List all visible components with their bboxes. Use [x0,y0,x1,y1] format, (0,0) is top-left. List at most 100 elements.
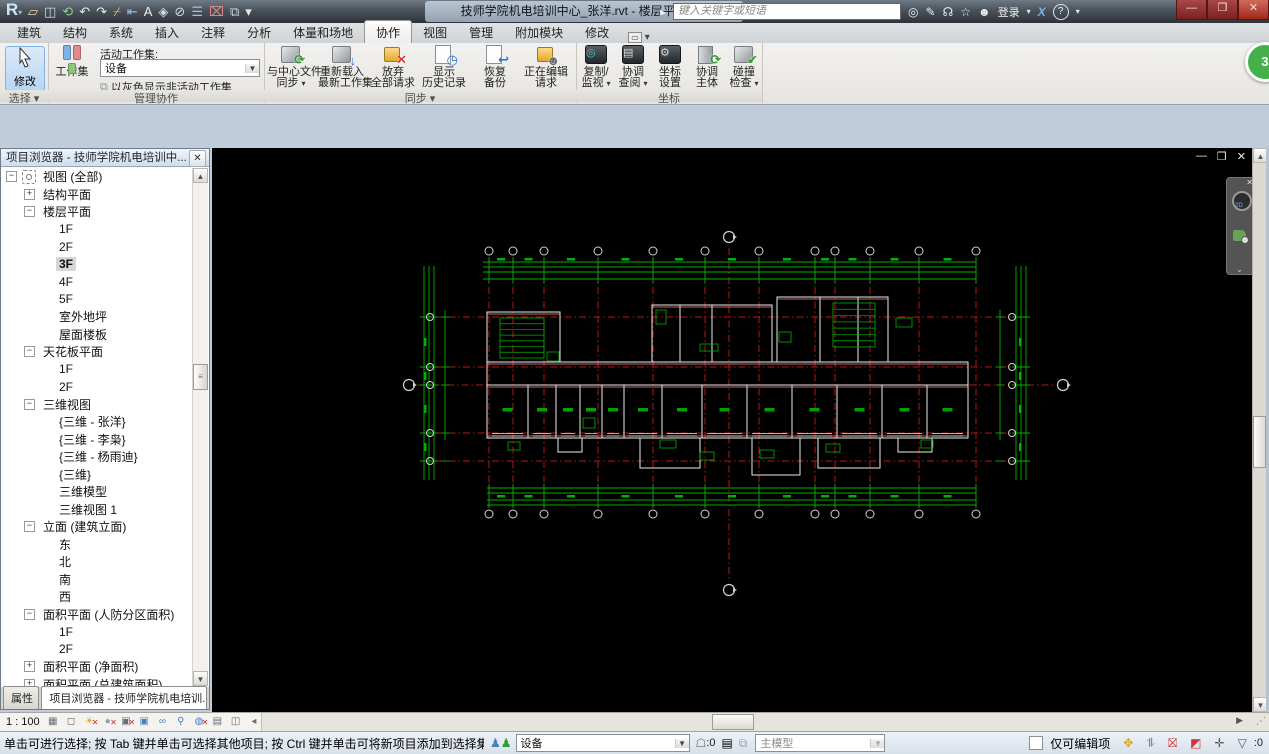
relinquish-all-button[interactable]: ✕ 放弃 全部请求 [369,45,417,89]
subscription-icon[interactable]: ✎ [926,5,936,19]
expand-icon[interactable]: + [24,678,35,686]
coordinate-settings-button[interactable]: ⚙ 坐标 设置 [652,45,688,89]
collapse-icon[interactable]: − [6,171,17,183]
tree-item-室外地坪[interactable]: 室外地坪 [2,308,194,326]
tab-视图[interactable]: 视图 [412,21,458,43]
tree-item-视图全部[interactable]: − 视图 (全部) [2,168,194,186]
ribbon-state-toggle[interactable]: ▭ ▾ [628,32,650,43]
tab-插入[interactable]: 插入 [144,21,190,43]
tree-item-立面建筑立面[interactable]: − 立面 (建筑立面) [2,518,194,536]
tree-item-楼层平面[interactable]: − 楼层平面 [2,203,194,221]
tab-分析[interactable]: 分析 [236,21,282,43]
tree-item-南[interactable]: 南 [2,571,194,589]
help-dropdown-icon[interactable]: ▾ [1076,7,1080,16]
canvas-vertical-scrollbar[interactable]: ▲ ▼ [1252,148,1268,712]
tree-item-三维-杨雨迪[interactable]: {三维 - 杨雨迪} [2,448,194,466]
canvas-vscroll-thumb[interactable] [1253,416,1266,468]
drawing-area[interactable]: — ❐ ✕ ✕ ⌄ [212,148,1252,712]
workset-combo-dropdown-icon[interactable]: ▼ [674,738,689,748]
communication-center-icon[interactable]: ☊ [943,5,954,19]
sync-with-central-button[interactable]: ⟳ 与中心文件 同步 ▾ [267,45,322,89]
worksets-dialog-icon[interactable]: ▤ [721,736,732,750]
view-scale[interactable]: 1 : 100 [6,716,40,728]
tree-item-天花板平面[interactable]: − 天花板平面 [2,343,194,361]
worksharing-display-icon[interactable]: ◍ ✕ [192,715,209,729]
sun-path-icon[interactable]: ☀ ✕ [82,715,99,729]
expand-icon[interactable]: + [24,661,35,673]
select-pinned-icon[interactable]: ⛝ [1168,736,1177,751]
combo-dropdown-icon[interactable]: ▼ [245,63,259,73]
collapse-viewbar-icon[interactable]: ◂ [247,715,261,729]
navigation-bar[interactable]: ✕ ⌄ [1226,177,1252,275]
tree-item-面积平面人防分区面积[interactable]: − 面积平面 (人防分区面积) [2,606,194,624]
sign-in-dropdown-icon[interactable]: ▾ [1027,7,1031,16]
canvas-hscroll-thumb[interactable] [712,714,754,730]
crop-view-icon[interactable]: ▣ ✕ [119,715,135,729]
select-underlay-icon[interactable]: ⥮ [1146,736,1155,751]
tree-item-1F[interactable]: 1F [2,623,194,641]
expand-icon[interactable]: + [24,188,35,200]
exchange-apps-icon[interactable]: X [1038,5,1046,19]
restore-backup-button[interactable]: ↩ 恢复 备份 [471,45,519,89]
maximize-button[interactable]: ❐ [1207,0,1238,20]
tree-item-结构平面[interactable]: + 结构平面 [2,186,194,204]
sign-in-button[interactable]: 登录 [998,4,1020,20]
tab-附加模块[interactable]: 附加模块 [504,21,574,43]
collapse-icon[interactable]: − [24,521,35,533]
infocenter-collapse-icon[interactable]: ▸ [660,5,666,19]
tab-建筑[interactable]: 建筑 [6,21,52,43]
tree-item-1F[interactable]: 1F [2,361,194,379]
tree-item-东[interactable]: 东 [2,536,194,554]
tree-item-2F[interactable]: 2F [2,378,194,396]
search-input[interactable]: 键入关键字或短语 [673,3,902,20]
tab-project-browser[interactable]: 项目浏览器 - 技师学院机电培训... [41,686,207,709]
scroll-down-icon[interactable]: ▼ [193,671,208,686]
select-by-face-icon[interactable]: ◩ [1190,736,1201,750]
scroll-up-icon[interactable]: ▲ [193,168,208,183]
temporary-view-properties-icon[interactable]: ▤ [210,715,224,729]
tree-item-三维-李枭[interactable]: {三维 - 李枭} [2,431,194,449]
tree-item-屋面楼板[interactable]: 屋面楼板 [2,326,194,344]
tree-item-三维[interactable]: {三维} [2,466,194,484]
active-workset-combo[interactable]: 设备 ▼ [100,59,260,77]
show-history-button[interactable]: ◷ 显示 历史记录 [420,45,468,89]
tree-item-面积平面总建筑面积[interactable]: + 面积平面 (总建筑面积) [2,676,194,686]
tab-注释[interactable]: 注释 [190,21,236,43]
collapse-icon[interactable]: − [24,206,35,218]
select-links-icon[interactable]: ✥ [1123,736,1133,750]
browser-close-icon[interactable]: ✕ [189,150,206,167]
coordination-host-button[interactable]: ⟳ 协调 主体 [689,45,725,89]
scroll-right-icon[interactable]: ▶ [1236,715,1243,726]
navbar-options-icon[interactable]: ⌄ [1236,265,1243,274]
tree-item-三维-张洋[interactable]: {三维 - 张洋} [2,413,194,431]
editing-requests-button[interactable]: ☻ 正在编辑 请求 [522,45,570,89]
analytical-model-icon[interactable]: ◫ [228,715,242,729]
copy-monitor-button[interactable]: ◎ 复制/监视 ▾ [578,45,614,89]
tab-结构[interactable]: 结构 [52,21,98,43]
view-close-icon[interactable]: ✕ [1237,150,1246,163]
tab-协作[interactable]: 协作 [364,20,413,43]
synchronize-panel-label[interactable]: 同步 ▾ [264,90,576,105]
steering-wheel-icon[interactable] [1232,191,1252,211]
modify-button[interactable]: 修改 [5,46,45,91]
tree-item-5F[interactable]: 5F [2,291,194,309]
tree-item-1F[interactable]: 1F [2,221,194,239]
tab-系统[interactable]: 系统 [98,21,144,43]
detail-level-icon[interactable]: ▦ [46,715,60,729]
shadows-icon[interactable]: ● ✕ [100,715,117,729]
tree-item-面积平面净面积[interactable]: + 面积平面 (净面积) [2,658,194,676]
resize-grip[interactable]: ⋰ [1256,716,1267,727]
visual-style-icon[interactable]: ◻ [64,715,78,729]
tree-item-北[interactable]: 北 [2,553,194,571]
tree-item-三维视图[interactable]: − 三维视图 [2,396,194,414]
coordination-review-button[interactable]: ▤ 协调 查阅 ▾ [615,45,651,89]
tab-管理[interactable]: 管理 [458,21,504,43]
worksets-button[interactable]: 工作集 [50,45,94,89]
tree-item-3F[interactable]: 3F [2,256,194,274]
editable-only-checkbox[interactable] [1029,736,1044,750]
project-browser-title[interactable]: 项目浏览器 - 技师学院机电培训中... [1,149,209,167]
minimize-button[interactable]: — [1176,0,1207,20]
design-option-combo[interactable]: 主模型 ▼ [755,734,886,752]
reload-latest-button[interactable]: ↓ 重新载入 最新工作集 [318,45,373,89]
editing-requests-icon[interactable]: ☖ [696,736,707,750]
